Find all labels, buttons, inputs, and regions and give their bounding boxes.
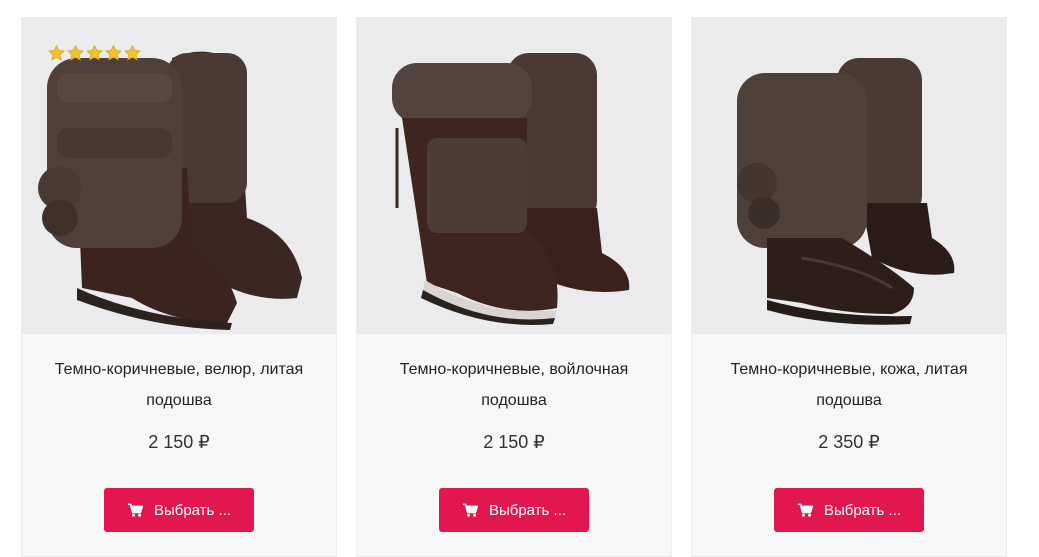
product-image[interactable] xyxy=(22,18,336,334)
product-card: Темно-коричневые, кожа, литая подошва 2 … xyxy=(691,17,1007,557)
boots-felt-image xyxy=(357,18,671,334)
select-options-button[interactable]: Выбрать ... xyxy=(774,488,924,532)
product-price: 2 150 ₽ xyxy=(148,432,210,452)
star-icon xyxy=(124,44,141,61)
product-title[interactable]: Темно-коричневые, кожа, литая подошва xyxy=(702,354,996,416)
star-icon xyxy=(67,44,84,61)
cart-icon xyxy=(127,503,144,517)
product-image[interactable] xyxy=(357,18,671,334)
boots-leather-image xyxy=(692,18,1006,334)
select-options-button[interactable]: Выбрать ... xyxy=(104,488,254,532)
product-title[interactable]: Темно-коричневые, войлочная подошва xyxy=(367,354,661,416)
button-label: Выбрать ... xyxy=(488,501,567,519)
rating-stars xyxy=(47,44,142,62)
button-label: Выбрать ... xyxy=(153,501,232,519)
product-title[interactable]: Темно-коричневые, велюр, литая подошва xyxy=(32,354,326,416)
cart-icon xyxy=(797,503,814,517)
cart-icon xyxy=(462,503,479,517)
star-icon xyxy=(86,44,103,61)
star-icon xyxy=(48,44,65,61)
star-icon xyxy=(105,44,122,61)
select-options-button[interactable]: Выбрать ... xyxy=(439,488,589,532)
button-label: Выбрать ... xyxy=(823,501,902,519)
product-card: Темно-коричневые, войлочная подошва 2 15… xyxy=(356,17,672,557)
boots-velour-image xyxy=(22,18,336,334)
product-price: 2 350 ₽ xyxy=(818,432,880,452)
product-price: 2 150 ₽ xyxy=(483,432,545,452)
product-image[interactable] xyxy=(692,18,1006,334)
product-card: Темно-коричневые, велюр, литая подошва 2… xyxy=(21,17,337,557)
product-grid: Темно-коричневые, велюр, литая подошва 2… xyxy=(0,0,1039,557)
